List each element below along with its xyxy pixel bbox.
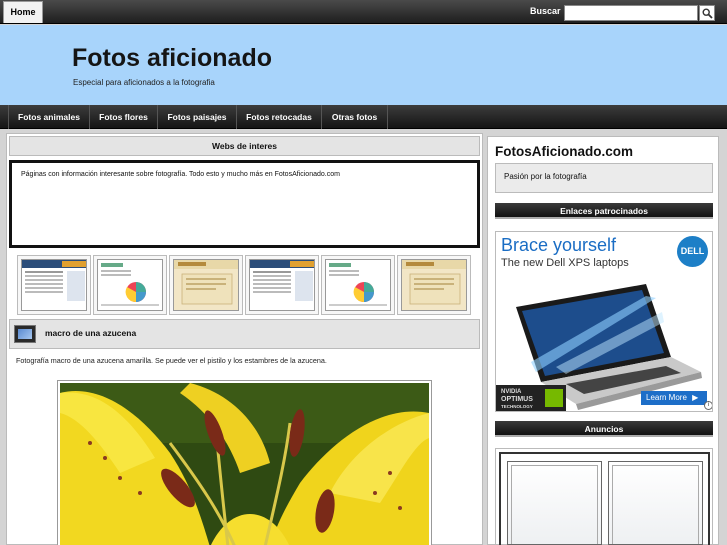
screenshot-image [250,260,314,301]
anuncios-box [495,448,713,545]
screenshot-image [329,263,387,306]
sidebar-site-name: FotosAficionado.com [495,144,633,159]
screenshot-image [22,260,86,301]
nav-item-fotos-paisajes[interactable]: Fotos paisajes [158,105,237,129]
nvidia-icon [545,389,563,407]
lily-image [60,383,429,545]
site-tagline: Especial para aficionados a la fotografi… [73,78,215,87]
nav-item-fotos-retocadas[interactable]: Fotos retocadas [237,105,322,129]
website-thumbnail[interactable] [245,255,319,315]
badge-line: OPTIMUS [501,396,533,403]
site-header: Fotos aficionado Especial para aficionad… [0,25,727,105]
screenshot-image [174,260,238,305]
ad-slot[interactable] [608,461,703,545]
main-content: Webs de interes Páginas con información … [6,133,483,545]
webs-text: Páginas con información interesante sobr… [21,171,340,178]
nav-item-otras-fotos[interactable]: Otras fotos [322,105,388,129]
sidebar: FotosAficionado.com Pasión por la fotogr… [487,136,719,545]
badge-line: NVIDIA [501,389,522,395]
post-image-frame [57,380,432,545]
top-bar: Home Buscar [0,0,727,24]
search-button[interactable] [699,5,715,21]
screenshot-image [101,263,159,306]
search-icon [702,8,713,19]
nav-item-fotos-animales[interactable]: Fotos animales [8,105,90,129]
lily-photo[interactable] [60,383,429,545]
screenshot-image [402,260,466,305]
dell-advertisement[interactable]: Brace yourself The new Dell XPS laptops … [495,231,713,412]
webs-info-box: Páginas con información interesante sobr… [9,160,480,248]
post-title[interactable]: macro de una azucena [45,328,136,338]
site-title[interactable]: Fotos aficionado [72,44,272,73]
sidebar-description-box: Pasión por la fotografía [495,163,713,193]
nav-item-fotos-flores[interactable]: Fotos flores [90,105,158,129]
badge-line: TECHNOLOGY [501,404,533,409]
photo-icon [14,325,36,343]
arrow-right-icon: ▶ [692,393,699,402]
post-text: Fotografía macro de una azucena amarilla… [16,356,327,365]
webs-heading: Webs de interes [9,136,480,156]
home-tab[interactable]: Home [3,1,43,23]
post-header: macro de una azucena [9,319,480,349]
nvidia-optimus-badge: NVIDIA OPTIMUS TECHNOLOGY [496,385,566,411]
search-label: Buscar [530,6,561,16]
website-thumbnail[interactable] [93,255,167,315]
anuncios-heading: Anuncios [495,421,713,437]
sidebar-description: Pasión por la fotografía [504,172,587,181]
learn-more-label: Learn More [646,393,687,402]
ad-info-icon[interactable]: i [704,401,712,410]
website-thumbnail[interactable] [17,255,91,315]
search-input[interactable] [564,5,698,21]
sponsored-links-heading: Enlaces patrocinados [495,203,713,219]
website-thumbnail[interactable] [321,255,395,315]
website-thumbnail[interactable] [397,255,471,315]
learn-more-button[interactable]: Learn More ▶ [641,391,707,405]
website-thumbnail[interactable] [169,255,243,315]
ad-slot[interactable] [507,461,602,545]
main-nav: Fotos animales Fotos flores Fotos paisaj… [0,105,727,129]
